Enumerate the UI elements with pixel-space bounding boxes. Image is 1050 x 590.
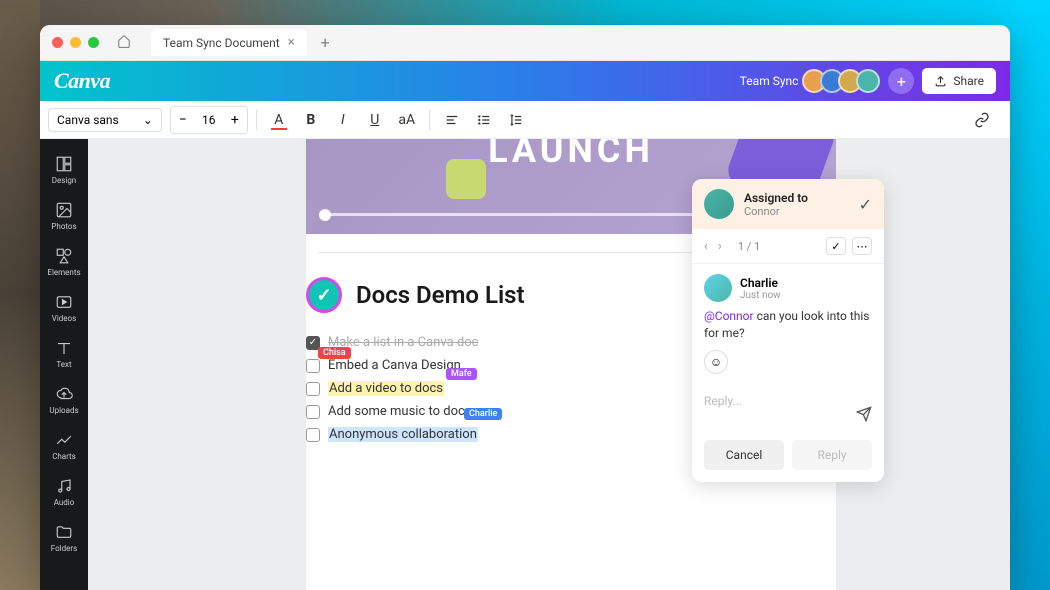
sidebar-item-text[interactable]: Text — [40, 331, 88, 377]
align-button[interactable] — [438, 106, 466, 134]
text-toolbar: Canva sans ⌄ − 16 + A B I U aA — [40, 101, 1010, 139]
play-icon — [55, 293, 73, 311]
comment-nav: ‹ › 1 / 1 ✓ ⋯ — [692, 229, 884, 264]
checkbox[interactable] — [306, 359, 320, 373]
image-icon — [55, 201, 73, 219]
browser-tab[interactable]: Team Sync Document × — [151, 29, 307, 56]
resolve-check-icon[interactable]: ✓ — [859, 195, 872, 214]
comment-actions: Cancel Reply — [692, 432, 884, 482]
mention[interactable]: @Connor — [704, 309, 754, 323]
assigned-header: Assigned to Connor ✓ — [692, 179, 884, 229]
left-sidebar: Design Photos Elements Videos Text Uploa… — [40, 139, 88, 590]
assigned-label: Assigned to — [744, 191, 808, 205]
checkbox[interactable] — [306, 428, 320, 442]
comment-body: Charlie Just now @Connor can you look in… — [692, 264, 884, 384]
comment-count: 1 / 1 — [738, 240, 760, 253]
chevron-down-icon: ⌄ — [143, 113, 153, 127]
avatar — [704, 189, 734, 219]
slider-thumb[interactable] — [319, 209, 331, 221]
cloud-upload-icon — [55, 385, 73, 403]
tab-close-icon[interactable]: × — [288, 35, 295, 50]
text-color-button[interactable]: A — [265, 106, 293, 134]
titlebar: Team Sync Document × + — [40, 25, 1010, 61]
maximize-window[interactable] — [88, 37, 99, 48]
sidebar-item-charts[interactable]: Charts — [40, 423, 88, 469]
add-collaborator-button[interactable]: + — [888, 68, 914, 94]
increase-size-button[interactable]: + — [223, 107, 247, 133]
list-button[interactable] — [470, 106, 498, 134]
font-size-value[interactable]: 16 — [195, 113, 223, 127]
bold-button[interactable]: B — [297, 106, 325, 134]
comment-panel: Assigned to Connor ✓ ‹ › 1 / 1 ✓ ⋯ — [692, 179, 884, 482]
avatar — [704, 274, 732, 302]
font-family-select[interactable]: Canva sans ⌄ — [48, 108, 162, 132]
decrease-size-button[interactable]: − — [171, 107, 195, 133]
resolve-button[interactable]: ✓ — [826, 237, 846, 255]
send-icon[interactable] — [856, 406, 872, 426]
editor-canvas[interactable]: LAUNCH ✓ Docs Demo List ✓ Make a list in… — [88, 139, 1010, 590]
checkbox[interactable] — [306, 405, 320, 419]
text-icon — [55, 339, 73, 357]
spacing-button[interactable] — [502, 106, 530, 134]
document-name[interactable]: Team Sync — [740, 74, 799, 88]
share-button[interactable]: Share — [922, 68, 996, 94]
home-icon[interactable] — [117, 33, 131, 52]
font-size-stepper: − 16 + — [170, 106, 248, 134]
new-tab-button[interactable]: + — [321, 33, 330, 52]
comment-author: Charlie — [740, 276, 781, 290]
prev-comment-button[interactable]: ‹ — [704, 239, 708, 254]
link-button[interactable] — [968, 106, 996, 134]
check-badge-icon: ✓ — [306, 277, 342, 313]
comment-text: @Connor can you look into this for me? — [704, 308, 872, 342]
tab-title: Team Sync Document — [163, 36, 280, 50]
reply-input[interactable]: Reply... — [692, 384, 884, 432]
 — [55, 431, 73, 449]
sidebar-item-photos[interactable]: Photos — [40, 193, 88, 239]
banner-text: LAUNCH — [488, 139, 654, 171]
minimize-window[interactable] — [70, 37, 81, 48]
layout-icon — [55, 155, 73, 173]
page-heading[interactable]: Docs Demo List — [356, 281, 525, 309]
text-case-button[interactable]: aA — [393, 106, 421, 134]
assigned-name: Connor — [744, 205, 808, 218]
shapes-icon — [55, 247, 73, 265]
window-controls — [52, 37, 99, 48]
close-window[interactable] — [52, 37, 63, 48]
collaborator-avatars[interactable] — [808, 69, 880, 93]
avatar[interactable] — [856, 69, 880, 93]
sidebar-item-folders[interactable]: Folders — [40, 515, 88, 561]
underline-button[interactable]: U — [361, 106, 389, 134]
sidebar-item-videos[interactable]: Videos — [40, 285, 88, 331]
reply-button[interactable]: Reply — [792, 440, 872, 470]
sidebar-item-uploads[interactable]: Uploads — [40, 377, 88, 423]
folder-icon — [55, 523, 73, 541]
music-icon — [55, 477, 73, 495]
comment-timestamp: Just now — [740, 290, 781, 301]
next-comment-button[interactable]: › — [718, 239, 722, 254]
italic-button[interactable]: I — [329, 106, 357, 134]
sidebar-item-audio[interactable]: Audio — [40, 469, 88, 515]
canva-logo[interactable]: Canva — [54, 68, 110, 94]
app-window: Team Sync Document × + Canva Team Sync +… — [40, 25, 1010, 590]
checkbox[interactable] — [306, 382, 320, 396]
sidebar-item-elements[interactable]: Elements — [40, 239, 88, 285]
add-reaction-button[interactable]: ☺ — [704, 350, 728, 374]
cursor-tag-charlie: Charlie — [464, 408, 502, 420]
upload-icon — [934, 75, 947, 88]
cancel-button[interactable]: Cancel — [704, 440, 784, 470]
more-options-button[interactable]: ⋯ — [852, 237, 872, 255]
sidebar-item-design[interactable]: Design — [40, 147, 88, 193]
app-header: Canva Team Sync + Share — [40, 61, 1010, 101]
